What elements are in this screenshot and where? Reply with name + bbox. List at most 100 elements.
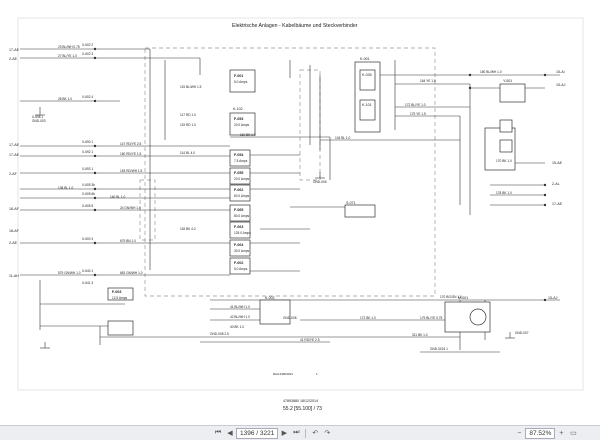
right-side-labels: 15-AI 15-AJ 15-AE 2-AL 17-AE 15-AJ <box>548 70 566 300</box>
side-label: 17-AE <box>9 48 20 52</box>
connector-label: X-640 1 <box>82 269 93 273</box>
small-mark: RAIL23R0HN4 <box>273 372 293 376</box>
side-label: 17-AE <box>9 153 20 157</box>
relay-label: K-101 <box>362 103 372 107</box>
wire-label: 24 GN/WH 1.0 <box>120 206 141 210</box>
side-label: 17-AE <box>9 143 20 147</box>
wire-label: 27 BL/YE 1.0 <box>58 54 77 58</box>
relay-label: K-002 <box>265 296 275 300</box>
wire-label: 153 RD/WH 1.5 <box>120 169 143 173</box>
fuse-rating: 20.0 Amps <box>234 123 249 127</box>
ground-label: GND-003 <box>32 119 46 123</box>
fuse-id: F-001 <box>234 74 243 78</box>
wire-label: 179 YE 1.5 <box>410 112 426 116</box>
document-title: Elektrische Anlagen - Kabelbäume und Ste… <box>232 23 358 29</box>
fuse-id: F-063 <box>234 225 243 229</box>
wire-label: 170 BG/GN 1.0 <box>440 295 462 299</box>
next-page-button[interactable]: ▶ <box>278 428 290 438</box>
fuse-id: F-062 <box>234 188 243 192</box>
fuse-rating: 7.5 Amps <box>234 159 248 163</box>
prev-page-button[interactable]: ◀ <box>224 428 236 438</box>
fuse-id: F-054 <box>234 153 243 157</box>
wire-label: 179 BL/YE 0.75 <box>420 316 443 320</box>
relay-label: K-001 <box>360 57 370 61</box>
footer-line2: 55.2 [55.100] / 73 <box>283 406 322 412</box>
wiring-diagram: Elektrische Anlagen - Kabelbäume und Ste… <box>9 17 584 412</box>
fuse-rating: 80.0 Amps <box>234 214 249 218</box>
connector-label: X-500 3 <box>82 237 93 241</box>
connector-label: X-605 5 <box>82 204 93 208</box>
wire-label: 311 BK 1.0 <box>412 333 428 337</box>
fuse-id: F-055 <box>234 171 243 175</box>
fuse-rating: 30.0 Amps <box>234 249 249 253</box>
side-label: 15-AJ <box>548 296 558 300</box>
connector-label: X-641 3 <box>82 281 93 285</box>
fuse-rating: 60.0 Amps <box>234 194 249 198</box>
fuse-id: F-003 <box>112 290 121 294</box>
wire-label: 114 BL 4.0 <box>180 151 195 155</box>
ground-label: GND-007 <box>515 331 529 335</box>
ground-label: GND-008 <box>283 316 297 320</box>
connector-label: X-690 1 <box>82 140 93 144</box>
page-view-icon[interactable]: ▭ <box>567 428 579 438</box>
small-number: 1 <box>316 372 318 376</box>
connector-label: X-602 2 <box>82 43 93 47</box>
connector-label: X-605 3b <box>82 183 95 187</box>
side-label: 2-AE <box>9 57 18 61</box>
wire-label: 147 RD/YE 2.5 <box>120 142 141 146</box>
fuse-rating: 5.0 Amps <box>234 80 248 84</box>
wire-label: 23 BL/WH 0.75 <box>58 45 80 49</box>
connector-label: X-602 3 <box>82 52 93 56</box>
footer-line1: 47893880 18/12/2014 <box>283 399 318 403</box>
separator <box>305 428 307 438</box>
last-page-button[interactable]: ⏭ <box>290 428 302 438</box>
wire-label: 115 BL/WH 1.5 <box>180 85 202 89</box>
relay-label: S-071 <box>346 201 356 205</box>
page-number-field[interactable]: 1396 / 3221 <box>236 427 279 439</box>
connector-label: X-692 1 <box>82 150 93 154</box>
side-label: 15-AE <box>552 161 563 165</box>
wire-label: 180 BL/WH 1.0 <box>480 70 502 74</box>
wire-label: 138 BL 1.0 <box>58 186 74 190</box>
first-page-button[interactable]: ⏮ <box>212 428 224 438</box>
connector-label: X-605 6b <box>82 192 95 196</box>
status-bar: ⏮ ◀ 1396 / 3221 ▶ ⏭ ↶ ↷ − 87.52% + ▭ <box>0 425 600 440</box>
wire-label: 104 BL 1.0 <box>335 136 351 140</box>
fuse-rating: 12.5 Amps <box>112 296 127 300</box>
side-label: 15-AI <box>556 70 565 74</box>
left-connector-labels: X-602 2 X-602 3 X-602 4 X-690 1 X-692 1 X-693… <box>82 43 95 285</box>
connector-label: X-693 1 <box>82 167 93 171</box>
zoom-out-button[interactable]: − <box>513 428 525 438</box>
side-label: 18-AF <box>9 229 20 233</box>
side-label: 18-AF <box>9 207 20 211</box>
wire-label: 172 BL/YE 1.0 <box>405 103 426 107</box>
wire-label: 118 BK 4.0 <box>180 227 196 231</box>
wire-label: 679 BN 1.0 <box>120 239 136 243</box>
wire-label: GND-008 2.5 <box>210 332 229 336</box>
wire-label: 172 BK 1.0 <box>360 316 376 320</box>
connector-label: X-602 4 <box>82 95 93 99</box>
side-label: 17-AE <box>552 202 563 206</box>
relay-label: K-035 <box>362 73 372 77</box>
wire-label: 150 RD/YE 1.5 <box>120 152 141 156</box>
wire-label: 119 RD 1.0 <box>180 123 196 127</box>
wire-label: 42 BL/WH 1.0 <box>230 315 250 319</box>
forward-button[interactable]: ↷ <box>321 428 333 438</box>
left-wire-labels: 23 BL/WH 0.75 27 BL/YE 1.0 28 BK 1.0 147 RD… <box>58 45 143 275</box>
wire-label: GND-0024 1 <box>430 347 448 351</box>
back-button[interactable]: ↶ <box>309 428 321 438</box>
zoom-in-button[interactable]: + <box>555 428 567 438</box>
fuse-rating: 20.0 Amps <box>234 177 249 181</box>
wire-label: 178 BK 1.0 <box>496 191 512 195</box>
wire-label: 41 BL/WH 1.0 <box>230 305 250 309</box>
zoom-level[interactable]: 87.52% <box>525 427 556 439</box>
side-label: 2-AF <box>9 172 18 176</box>
document-viewer: Elektrische Anlagen - Kabelbäume und Ste… <box>0 0 600 440</box>
wire-label: 41 RD/YE 2.5 <box>300 338 320 342</box>
fuse-id: F-064 <box>234 243 243 247</box>
wire-label: 170 BK 1.0 <box>496 159 512 163</box>
side-label: 15-AJ <box>556 83 566 87</box>
relay-label: K-102 <box>233 107 243 111</box>
side-label: 2-AL <box>552 182 560 186</box>
wire-label: 164 YE 1.5 <box>420 79 436 83</box>
